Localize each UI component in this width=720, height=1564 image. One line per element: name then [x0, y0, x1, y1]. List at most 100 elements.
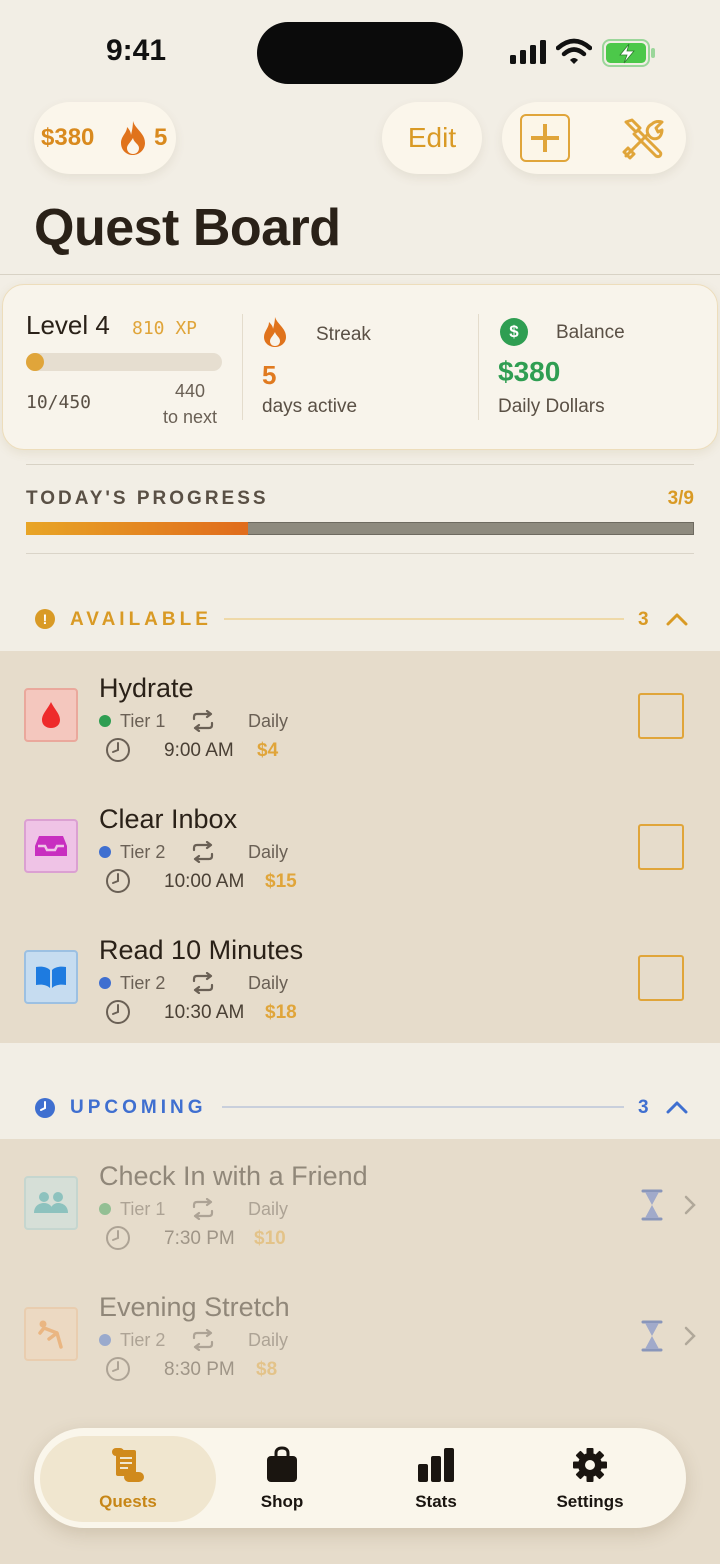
- clock-icon: [106, 1226, 130, 1250]
- balance-label: Balance: [556, 322, 625, 343]
- quest-name: Read 10 Minutes: [99, 935, 304, 965]
- section-divider-line: [224, 618, 624, 620]
- chevron-up-icon[interactable]: [666, 612, 688, 626]
- balance-subtitle: Daily Dollars: [498, 396, 605, 417]
- streak-subtitle: days active: [262, 396, 358, 417]
- scroll-icon: [112, 1448, 144, 1482]
- quest-tier: Tier 2: [120, 973, 166, 993]
- quest-tier: Tier 2: [120, 842, 166, 862]
- quest-row[interactable]: Check In with a Friend Tier 1 Daily 7:30…: [0, 1139, 720, 1270]
- xp-to-next-label: to next: [162, 407, 218, 427]
- page-title: Quest Board: [34, 199, 341, 257]
- chevron-right-icon[interactable]: [684, 1195, 696, 1215]
- tier-dot: [99, 715, 111, 727]
- repeat-icon: [192, 1329, 214, 1351]
- quest-time: 10:30 AM: [164, 1002, 245, 1023]
- clock-icon: [106, 1357, 130, 1381]
- quest-row[interactable]: Hydrate Tier 1 Daily 9:00 AM $4: [0, 651, 720, 782]
- quest-name: Clear Inbox: [99, 804, 238, 834]
- streak-value: 5: [262, 360, 277, 390]
- section-available-count: 3: [638, 609, 649, 630]
- tools-icon[interactable]: [620, 116, 666, 162]
- tab-settings[interactable]: Settings: [530, 1440, 650, 1520]
- xp-to-next: 440 to next: [158, 378, 222, 430]
- xp-label: 810 XP: [132, 318, 198, 339]
- complete-checkbox[interactable]: [638, 693, 684, 739]
- status-time: 9:41: [106, 34, 167, 67]
- progress-label: TODAY'S PROGRESS: [26, 488, 269, 509]
- section-divider-line: [222, 1106, 624, 1108]
- complete-checkbox[interactable]: [638, 824, 684, 870]
- repeat-icon: [192, 972, 214, 994]
- open-book-glyph: [36, 966, 66, 988]
- chevron-up-icon[interactable]: [666, 1100, 688, 1114]
- divider: [26, 553, 694, 554]
- quest-time: 7:30 PM: [164, 1228, 235, 1249]
- quest-tier: Tier 1: [120, 1199, 166, 1219]
- quest-row-content: Evening Stretch Tier 2 Daily 8:30 PM $8: [0, 1270, 720, 1401]
- tab-quests[interactable]: Quests: [68, 1440, 188, 1520]
- quest-name: Hydrate: [99, 673, 194, 703]
- available-quest-list: Hydrate Tier 1 Daily 9:00 AM $4 Clear In…: [0, 651, 720, 1043]
- quest-row[interactable]: Clear Inbox Tier 2 Daily 10:00 AM $15: [0, 782, 720, 913]
- chevron-right-icon[interactable]: [684, 1326, 696, 1346]
- quest-time: 9:00 AM: [164, 740, 234, 761]
- fire-icon: [121, 121, 145, 155]
- stretch-figure-glyph: [38, 1320, 63, 1349]
- level-label: Level 4: [26, 310, 110, 340]
- tier-dot: [99, 977, 111, 989]
- cellular-signal-icon: [510, 40, 546, 64]
- streak-fire-icon: [264, 317, 286, 347]
- add-quest-button[interactable]: [520, 114, 570, 162]
- hourglass-icon: [641, 1189, 663, 1221]
- quest-tier: Tier 1: [120, 711, 166, 731]
- edit-button[interactable]: Edit: [382, 102, 482, 174]
- quest-name: Check In with a Friend: [99, 1161, 368, 1191]
- people-icon: [24, 1176, 78, 1230]
- progress-fill: [26, 522, 248, 535]
- level-progress-fill: [26, 353, 44, 371]
- battery-charging-icon: [602, 39, 655, 67]
- tier-dot: [99, 1334, 111, 1346]
- balance-amount: $380: [41, 124, 95, 151]
- quest-row[interactable]: Read 10 Minutes Tier 2 Daily 10:30 AM $1…: [0, 913, 720, 1044]
- section-upcoming-count: 3: [638, 1097, 649, 1118]
- section-upcoming-label: UPCOMING: [70, 1097, 207, 1118]
- streak-label: Streak: [316, 324, 371, 345]
- quest-frequency: Daily: [248, 973, 289, 993]
- complete-checkbox[interactable]: [638, 955, 684, 1001]
- gear-icon: [573, 1448, 607, 1482]
- streak-count: 5: [154, 124, 168, 151]
- inbox-tray-icon: [24, 819, 78, 873]
- water-drop-glyph: [42, 702, 60, 728]
- tab-stats[interactable]: Stats: [376, 1440, 496, 1520]
- xp-to-next-value: 440: [174, 381, 206, 401]
- quest-row[interactable]: Evening Stretch Tier 2 Daily 8:30 PM $8: [0, 1270, 720, 1401]
- plus-icon: [531, 124, 559, 152]
- balance-streak-pill[interactable]: $380 5: [34, 102, 176, 174]
- quest-reward: $4: [257, 740, 279, 761]
- quest-reward: $18: [265, 1002, 297, 1023]
- bag-icon: [267, 1446, 297, 1482]
- quest-row-content: Check In with a Friend Tier 1 Daily 7:30…: [0, 1139, 720, 1270]
- inbox-tray-glyph: [35, 836, 67, 856]
- edit-label: Edit: [407, 122, 457, 153]
- quest-frequency: Daily: [248, 1330, 289, 1350]
- stat-separator: [478, 314, 479, 420]
- divider: [26, 464, 694, 465]
- repeat-icon: [192, 841, 214, 863]
- repeat-icon: [192, 710, 214, 732]
- dollar-icon: $: [500, 318, 528, 346]
- repeat-icon: [192, 1198, 214, 1220]
- stretch-figure-icon: [24, 1307, 78, 1361]
- tab-shop[interactable]: Shop: [222, 1440, 342, 1520]
- quest-reward: $15: [265, 871, 297, 892]
- tier-dot: [99, 846, 111, 858]
- progress-count: 3/9: [667, 488, 694, 509]
- tab-label: Settings: [556, 1492, 624, 1511]
- tab-label: Stats: [415, 1492, 457, 1511]
- wifi-icon: [556, 38, 592, 64]
- dynamic-island: [257, 22, 463, 84]
- clock-icon: [106, 869, 130, 893]
- divider: [0, 274, 720, 275]
